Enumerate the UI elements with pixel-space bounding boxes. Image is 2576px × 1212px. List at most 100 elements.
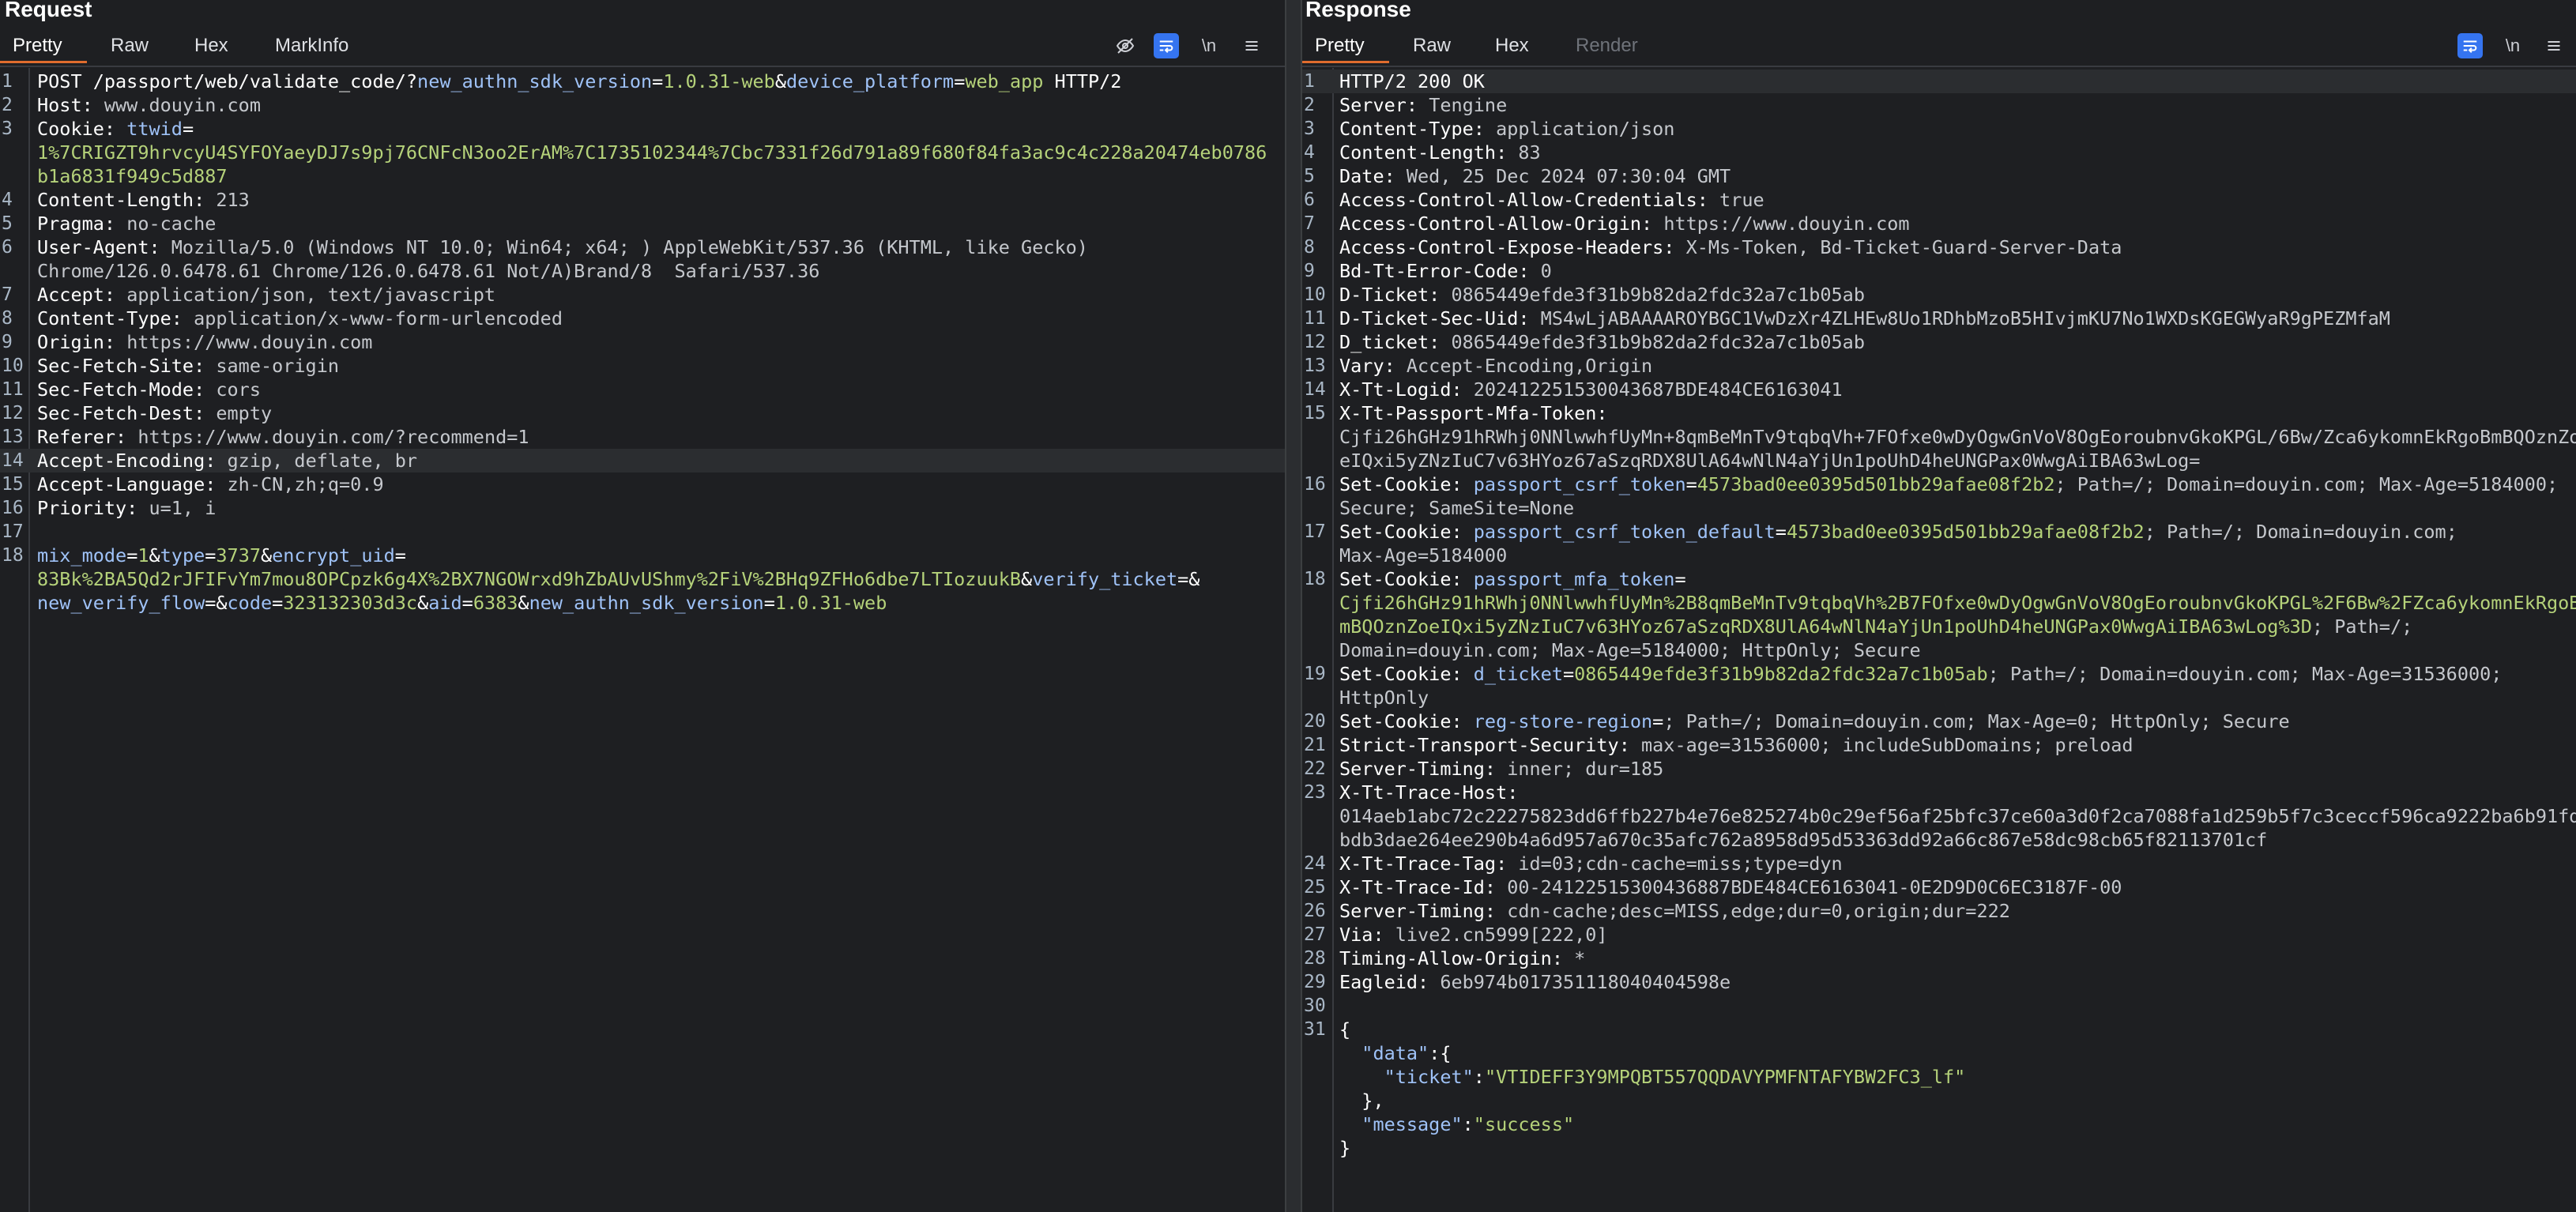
line-content: X-Tt-Logid: 202412251530043687BDE484CE61… — [1339, 378, 1843, 401]
tab-markinfo[interactable]: MarkInfo — [275, 35, 348, 57]
token: & — [149, 544, 160, 566]
token: = — [1562, 663, 1575, 685]
code-line: new_verify_flow=&code=323132303d3c&aid=6… — [0, 591, 1285, 615]
line-number: 9 — [1304, 261, 1315, 281]
token: 014aeb1abc72c22275823dd6ffb227b4e76e8252… — [1339, 805, 2576, 827]
token: 0865449efde3f31b9b82da2fdc32a7c1b05ab — [1451, 284, 1865, 306]
token: ; Path=/; Domain=douyin.com; Max-Age=518… — [2054, 473, 2559, 495]
hamburger-icon[interactable] — [2541, 33, 2567, 58]
code-line: 30 — [1302, 994, 2576, 1018]
active-tab-indicator — [0, 61, 87, 63]
tab-hex[interactable]: Hex — [1495, 35, 1529, 57]
line-number: 17 — [2, 521, 24, 542]
token: POST /passport/web/validate_code/? — [37, 70, 418, 92]
line-number: 29 — [1304, 972, 1326, 992]
token: reg-store-region — [1473, 710, 1653, 732]
hamburger-icon[interactable] — [1239, 33, 1264, 58]
response-title: Response — [1305, 0, 1411, 21]
token: new_authn_sdk_version — [417, 70, 653, 92]
token: ; Path=/; Domain=douyin.com; Max-Age=315… — [1987, 663, 2503, 685]
newline-toggle[interactable]: \n — [2500, 33, 2525, 58]
token: & — [1021, 568, 1033, 590]
token: 1.0.31-web — [663, 70, 775, 92]
token: Access-Control-Allow-Origin: — [1339, 213, 1664, 235]
token: bdb3dae264ee290b4a6d957a670c35afc762a895… — [1339, 829, 2268, 851]
token: }, — [1339, 1090, 1384, 1112]
token: ; Path=/; Domain=douyin.com; Max-Age=0; … — [1663, 710, 2290, 732]
line-content: b1a6831f949c5d887 — [37, 164, 228, 188]
code-line: 20 Set-Cookie: reg-store-region=; Path=/;… — [1302, 710, 2576, 733]
token: "data" — [1361, 1042, 1429, 1064]
line-number: 3 — [2, 119, 13, 139]
tab-hex[interactable]: Hex — [194, 35, 228, 57]
token: = — [1775, 521, 1787, 543]
line-content: Date: Wed, 25 Dec 2024 07:30:04 GMT — [1339, 164, 1731, 188]
line-number: 21 — [1304, 735, 1326, 755]
tab-render[interactable]: Render — [1576, 35, 1638, 57]
response-editor[interactable]: 1 HTTP/2 200 OK 2 Server: Tengine 3 Content-T… — [1302, 70, 2576, 1160]
line-content: 1%7CRIGZT9hrvcyU4SYFOYaeyDJ7s9pj76CNFcN3… — [37, 141, 1267, 164]
token: Secure; SameSite=None — [1339, 497, 1575, 519]
token: web_app — [965, 70, 1044, 92]
token: Set-Cookie: — [1339, 663, 1474, 685]
token: HttpOnly — [1339, 687, 1429, 709]
newline-toggle[interactable]: \n — [1196, 33, 1222, 58]
token: new_verify_flow — [37, 592, 205, 614]
line-number: 16 — [1304, 474, 1326, 495]
line-content: Content-Length: 213 — [37, 188, 250, 212]
line-number: 24 — [1304, 853, 1326, 874]
code-line: 19 Set-Cookie: d_ticket=0865449efde3f31b9… — [1302, 662, 2576, 686]
line-number: 25 — [1304, 877, 1326, 898]
code-line: 16 Priority: u=1, i — [0, 496, 1285, 520]
token: 1.0.31-web — [774, 592, 887, 614]
tab-raw[interactable]: Raw — [111, 35, 149, 57]
line-number: 7 — [1304, 213, 1315, 234]
request-editor[interactable]: 1 POST /passport/web/validate_code/?new_a… — [0, 70, 1285, 615]
code-line: 1 POST /passport/web/validate_code/?new_a… — [0, 70, 1285, 93]
code-line: Max-Age=5184000 — [1302, 544, 2576, 567]
line-number: 16 — [2, 498, 24, 518]
pane-splitter[interactable] — [1285, 0, 1302, 1212]
code-line: 83Bk%2BA5Qd2rJFIFvYm7mou8OPCpzk6g4X%2BX7… — [0, 567, 1285, 591]
token: User-Agent: — [37, 236, 171, 258]
code-line: 12 Sec-Fetch-Dest: empty — [0, 401, 1285, 425]
line-content: Timing-Allow-Origin: * — [1339, 947, 1585, 970]
token: & — [261, 544, 273, 566]
code-line: Domain=douyin.com; Max-Age=5184000; Http… — [1302, 638, 2576, 662]
token: Set-Cookie: — [1339, 568, 1474, 590]
token: application/x-www-form-urlencoded — [194, 307, 563, 329]
line-content: "message":"success" — [1339, 1112, 1574, 1136]
tab-raw[interactable]: Raw — [1413, 35, 1451, 57]
token: Timing-Allow-Origin: — [1339, 947, 1575, 969]
line-content: HttpOnly — [1339, 686, 1429, 710]
token: HTTP/2 — [1043, 70, 1122, 92]
tab-pretty[interactable]: Pretty — [13, 35, 62, 57]
wrap-icon[interactable] — [1154, 33, 1179, 58]
token: Via: — [1339, 924, 1395, 946]
token: Accept: — [37, 284, 127, 306]
token: live2.cn5999[222,0] — [1395, 924, 1608, 946]
code-line: mBQOznZoeIQxi5yZNzIuC7v63HYoz67aSzqRDX8U… — [1302, 615, 2576, 638]
token: id=03;cdn-cache=miss;type=dyn — [1518, 853, 1843, 875]
token: = — [1652, 710, 1664, 732]
line-content: 014aeb1abc72c22275823dd6ffb227b4e76e8252… — [1339, 804, 2576, 828]
code-line: 12 D_ticket: 0865449efde3f31b9b82da2fdc32… — [1302, 330, 2576, 354]
line-content: Accept: application/json, text/javascrip… — [37, 283, 495, 307]
token: Set-Cookie: — [1339, 473, 1474, 495]
line-content: Accept-Encoding: gzip, deflate, br — [37, 449, 417, 472]
wrap-icon[interactable] — [2457, 33, 2483, 58]
token: gzip, deflate, br — [227, 450, 418, 472]
line-number: 11 — [2, 379, 24, 400]
line-number: 2 — [1304, 95, 1315, 115]
code-line: 14 X-Tt-Logid: 202412251530043687BDE484CE… — [1302, 378, 2576, 401]
eye-slash-icon[interactable] — [1113, 33, 1138, 58]
token: Referer: — [37, 426, 138, 448]
line-number: 26 — [1304, 901, 1326, 921]
code-line: Chrome/126.0.6478.61 Chrome/126.0.6478.6… — [0, 259, 1285, 283]
line-content: } — [1339, 1136, 1350, 1160]
line-content: "data":{ — [1339, 1041, 1451, 1065]
token: =& — [1177, 568, 1200, 590]
token: zh-CN,zh;q=0.9 — [227, 473, 384, 495]
tab-pretty[interactable]: Pretty — [1315, 35, 1365, 57]
token: X-Ms-Token, Bd-Ticket-Guard-Server-Data — [1685, 236, 2122, 258]
